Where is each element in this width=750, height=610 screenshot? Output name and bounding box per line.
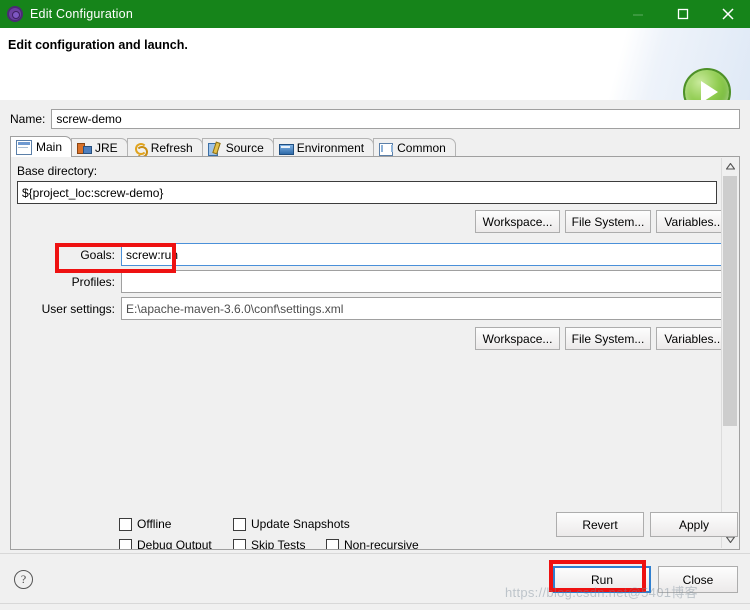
checkbox-debug-output[interactable]: Debug Output	[119, 538, 212, 550]
user-settings-label: User settings:	[41, 302, 115, 316]
user-settings-file-system-button[interactable]: File System...	[565, 327, 651, 350]
watermark-text: https://blog.csdn.net@5401博客	[505, 585, 698, 600]
dialog-header: Edit configuration and launch.	[0, 28, 750, 116]
tab-label: Environment	[296, 141, 365, 155]
footer-separator	[0, 553, 750, 554]
tab-label: Refresh	[150, 141, 193, 155]
base-directory-input[interactable]	[17, 181, 717, 204]
tab-main[interactable]: Main	[10, 136, 73, 157]
checkbox-label: Offline	[137, 517, 172, 531]
tab-jre[interactable]: JRE	[71, 138, 128, 157]
dialog-body: Name: Main JRE Refresh Source Environmen…	[0, 100, 750, 609]
apply-button[interactable]: Apply	[650, 512, 738, 537]
gear-icon	[7, 6, 23, 22]
goals-label: Goals:	[80, 248, 115, 262]
environment-monitor-icon	[278, 142, 294, 155]
checkbox-offline[interactable]: Offline	[119, 517, 171, 531]
tab-label: Common	[397, 141, 446, 155]
window-title: Edit Configuration	[30, 7, 133, 21]
checkbox-label: Debug Output	[137, 538, 212, 550]
main-tab-panel: Base directory: Workspace... File System…	[10, 156, 740, 550]
tab-label: JRE	[95, 141, 118, 155]
checkbox-non-recursive[interactable]: Non-recursive	[326, 538, 419, 550]
common-window-icon	[379, 142, 394, 156]
main-tab-content: Base directory: Workspace... File System…	[11, 157, 732, 550]
checkbox-update-snapshots[interactable]: Update Snapshots	[233, 517, 350, 531]
tab-environment[interactable]: Environment	[272, 138, 375, 157]
tab-common[interactable]: Common	[373, 138, 456, 157]
user-settings-workspace-button[interactable]: Workspace...	[475, 327, 560, 350]
goals-input[interactable]	[121, 243, 732, 266]
scrollbar-thumb[interactable]	[723, 176, 737, 426]
minimize-button[interactable]	[615, 0, 660, 28]
checkbox-box[interactable]	[119, 517, 132, 531]
profiles-input[interactable]	[121, 270, 732, 293]
checkbox-skip-tests[interactable]: Skip Tests	[233, 538, 306, 550]
window-titlebar: Edit Configuration	[0, 0, 750, 28]
revert-button[interactable]: Revert	[556, 512, 644, 537]
maximize-button[interactable]	[660, 0, 705, 28]
base-directory-file-system-button[interactable]: File System...	[565, 210, 651, 233]
checkbox-label: Update Snapshots	[251, 517, 350, 531]
window-controls	[615, 0, 750, 28]
tab-source[interactable]: Source	[201, 138, 274, 157]
checkbox-label: Non-recursive	[344, 538, 419, 550]
tab-label: Main	[36, 140, 63, 154]
checkbox-box[interactable]	[233, 517, 246, 531]
name-row: Name:	[10, 108, 740, 130]
scroll-up-arrow[interactable]	[722, 158, 738, 175]
name-label: Name:	[10, 112, 46, 126]
profiles-label: Profiles:	[71, 275, 115, 289]
checkbox-box[interactable]	[119, 538, 132, 549]
tab-bar: Main JRE Refresh Source Environment Comm…	[10, 136, 456, 158]
checkbox-box[interactable]	[326, 538, 339, 549]
tab-label: Source	[225, 141, 264, 155]
help-icon[interactable]: ?	[14, 570, 33, 589]
main-document-icon	[16, 139, 32, 155]
panel-scrollbar[interactable]	[721, 158, 738, 548]
source-pencil-icon	[207, 142, 222, 156]
checkbox-label: Skip Tests	[251, 538, 306, 550]
close-button[interactable]	[705, 0, 750, 28]
jre-books-icon	[77, 142, 93, 155]
checkbox-box[interactable]	[233, 538, 246, 549]
refresh-arrows-icon	[133, 142, 148, 158]
base-directory-label: Base directory:	[17, 164, 98, 178]
user-settings-input[interactable]	[121, 297, 732, 320]
page-title: Edit configuration and launch.	[8, 38, 188, 52]
base-directory-workspace-button[interactable]: Workspace...	[475, 210, 560, 233]
tab-refresh[interactable]: Refresh	[126, 138, 203, 158]
name-input[interactable]	[51, 109, 740, 129]
